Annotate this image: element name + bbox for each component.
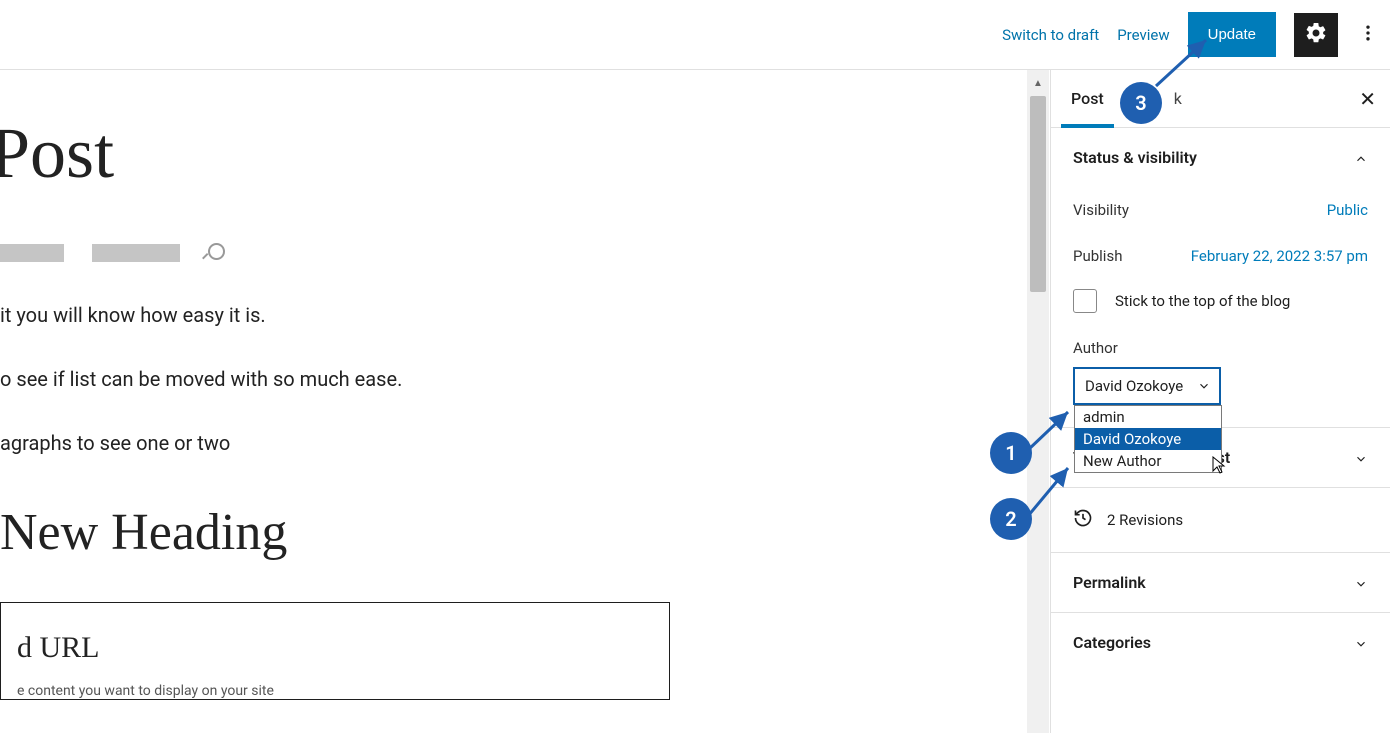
panel-title: Categories [1073, 633, 1151, 652]
chevron-down-icon [1354, 576, 1368, 590]
scroll-thumb[interactable] [1030, 96, 1046, 292]
publish-row[interactable]: Publish February 22, 2022 3:57 pm [1073, 233, 1368, 279]
panel-categories: Categories [1051, 613, 1390, 672]
chevron-down-icon [1197, 379, 1211, 393]
author-select[interactable]: David Ozokoye admin David Ozokoye New Au… [1073, 367, 1221, 405]
author-option[interactable]: admin [1075, 406, 1221, 428]
annotation-badge-3: 3 [1120, 82, 1162, 124]
gear-icon [1304, 21, 1328, 49]
settings-button[interactable] [1294, 13, 1338, 57]
more-vertical-icon [1358, 23, 1378, 47]
chevron-down-icon [1354, 636, 1368, 650]
annotation-badge-2: 2 [990, 498, 1032, 540]
author-option[interactable]: New Author [1075, 450, 1221, 472]
visibility-row[interactable]: Visibility Public [1073, 187, 1368, 233]
paragraph-block[interactable]: o see if list can be moved with so much … [0, 367, 1030, 391]
heading-block[interactable]: New Heading [0, 503, 1030, 562]
revisions-row[interactable]: 2 Revisions [1051, 488, 1390, 553]
stick-checkbox[interactable] [1073, 289, 1097, 313]
sidebar-tabs: Post k ✕ [1051, 70, 1390, 128]
panel-categories-toggle[interactable]: Categories [1051, 613, 1390, 672]
author-selected-value: David Ozokoye [1085, 377, 1183, 395]
history-icon [1073, 508, 1093, 532]
panel-permalink: Permalink [1051, 553, 1390, 613]
update-button[interactable]: Update [1188, 12, 1276, 57]
embed-block[interactable]: d URL e content you want to display on y… [0, 602, 670, 700]
panel-title: Permalink [1073, 573, 1146, 592]
more-options-button[interactable] [1356, 13, 1380, 57]
revisions-label: 2 Revisions [1107, 511, 1183, 529]
chevron-down-icon [1354, 451, 1368, 465]
publish-value[interactable]: February 22, 2022 3:57 pm [1191, 247, 1368, 265]
paragraph-block[interactable]: it you will know how easy it is. [0, 303, 1030, 327]
post-title[interactable]: Post [0, 112, 1030, 195]
panel-status-visibility: Status & visibility Visibility Public Pu… [1051, 128, 1390, 428]
search-icon[interactable] [208, 243, 228, 263]
tab-post[interactable]: Post [1051, 70, 1124, 127]
settings-sidebar: Post k ✕ Status & visibility Visibility … [1050, 70, 1390, 733]
visibility-value[interactable]: Public [1327, 201, 1368, 219]
editor-scrollbar[interactable]: ▲ [1027, 70, 1049, 733]
panel-permalink-toggle[interactable]: Permalink [1051, 553, 1390, 612]
paragraph-block[interactable]: agraphs to see one or two [0, 431, 1030, 455]
visibility-label: Visibility [1073, 201, 1129, 219]
close-sidebar-button[interactable]: ✕ [1359, 87, 1376, 111]
embed-title: d URL [17, 631, 653, 665]
editor-topbar: Switch to draft Preview Update [0, 0, 1390, 70]
panel-title: Status & visibility [1073, 148, 1197, 167]
chevron-up-icon [1354, 151, 1368, 165]
nav-placeholder [0, 243, 1030, 263]
scroll-up-arrow-icon[interactable]: ▲ [1027, 74, 1049, 92]
editor-canvas: Post it you will know how easy it is. o … [0, 70, 1030, 733]
preview-link[interactable]: Preview [1117, 26, 1169, 44]
author-label: Author [1073, 339, 1368, 357]
stick-to-top-row[interactable]: Stick to the top of the blog [1073, 279, 1368, 333]
author-dropdown: admin David Ozokoye New Author [1074, 405, 1222, 473]
panel-status-toggle[interactable]: Status & visibility [1051, 128, 1390, 187]
annotation-badge-1: 1 [990, 432, 1032, 474]
close-icon: ✕ [1359, 87, 1376, 111]
nav-item-placeholder [0, 244, 64, 262]
publish-label: Publish [1073, 247, 1122, 265]
switch-to-draft-link[interactable]: Switch to draft [1002, 26, 1099, 44]
stick-label: Stick to the top of the blog [1115, 292, 1290, 310]
nav-item-placeholder [92, 244, 180, 262]
author-option[interactable]: David Ozokoye [1075, 428, 1221, 450]
embed-subtitle: e content you want to display on your si… [17, 683, 653, 699]
